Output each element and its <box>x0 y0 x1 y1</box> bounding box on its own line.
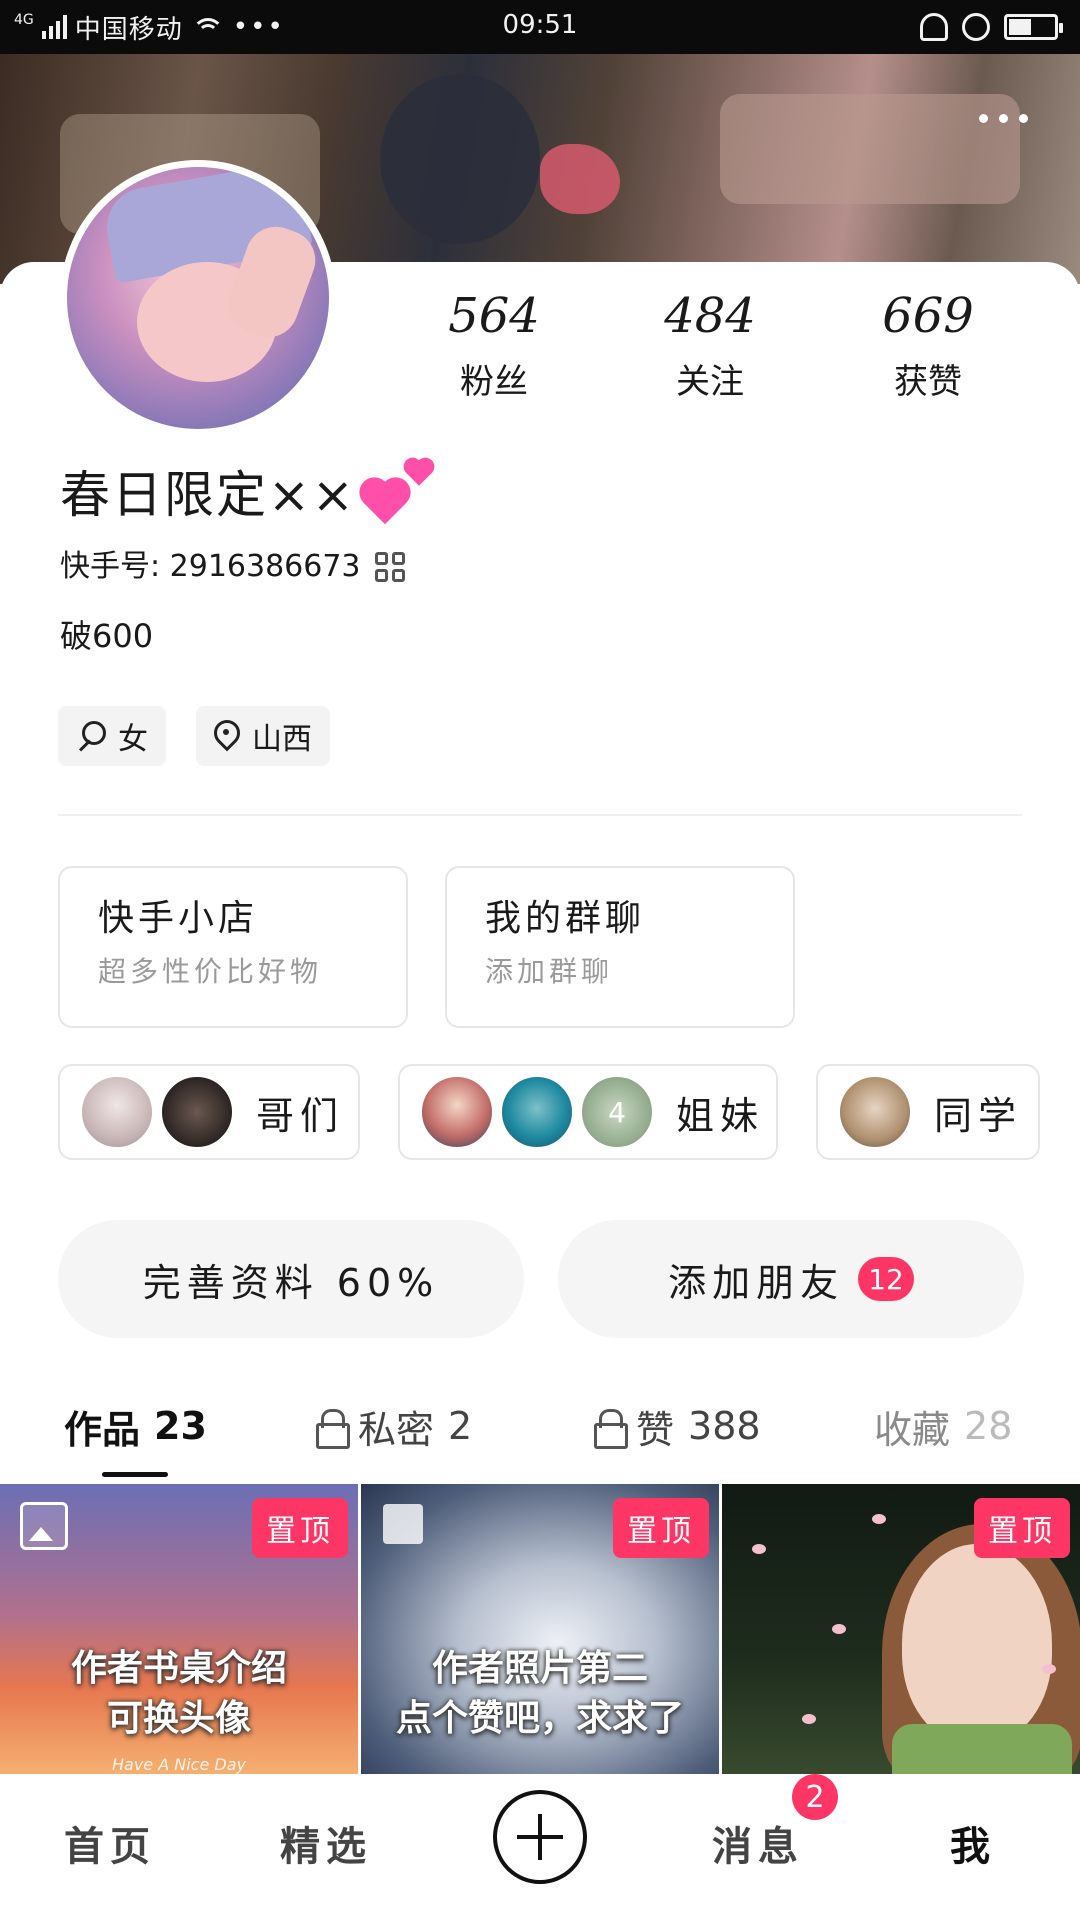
lock-icon <box>594 1409 628 1449</box>
tab-works[interactable]: 作品 23 <box>64 1388 207 1464</box>
alarm-icon <box>962 13 990 41</box>
lock-icon <box>316 1409 350 1449</box>
group-member-avatar <box>80 1075 154 1149</box>
messages-badge: 2 <box>792 1774 838 1820</box>
kwai-shop-card[interactable]: 快手小店 超多性价比好物 <box>58 866 408 1028</box>
add-friends-label: 添加朋友 <box>668 1260 845 1305</box>
avatar[interactable] <box>60 160 336 436</box>
group-bros-label: 哥们 <box>256 1093 345 1138</box>
group-chat-card[interactable]: 我的群聊 添加群聊 <box>445 866 795 1028</box>
posts-grid: 置顶 作者书桌介绍 可换头像 Have A Nice Day 置顶 作者照片第二… <box>0 1484 1080 1774</box>
two-hearts-icon <box>360 460 436 530</box>
post-caption-line: 作者照片第二 <box>431 1648 648 1689</box>
complete-profile-label: 完善资料 60% <box>142 1260 440 1305</box>
image-icon <box>383 1504 423 1544</box>
pinned-badge: 置顶 <box>974 1498 1070 1558</box>
post-tile[interactable]: 置顶 作者书桌介绍 可换头像 Have A Nice Day <box>0 1484 358 1774</box>
more-options-icon[interactable] <box>979 114 1028 123</box>
pinned-badge: 置顶 <box>613 1498 709 1558</box>
post-tile[interactable]: 置顶 作者照片第二 点个赞吧，求求了 <box>361 1484 719 1774</box>
divider <box>58 814 1022 816</box>
post-subcaption: Have A Nice Day <box>112 1755 246 1774</box>
followers-label: 粉丝 <box>460 362 528 402</box>
status-bar: 4G 中国移动 ••• 09:51 <box>0 0 1080 54</box>
tab-works-label: 作品 <box>64 1407 141 1452</box>
following-count: 484 <box>664 288 756 344</box>
nav-featured[interactable]: 精选 <box>280 1814 372 1872</box>
nickname-text: 春日限定×× <box>60 466 356 524</box>
create-post-button[interactable] <box>493 1790 587 1884</box>
nav-messages[interactable]: 消息 <box>712 1814 804 1872</box>
likes-label: 获赞 <box>894 362 962 402</box>
kwai-shop-subtitle: 超多性价比好物 <box>98 955 323 988</box>
status-right <box>920 10 1063 44</box>
post-caption: 作者书桌介绍 可换头像 <box>0 1644 358 1744</box>
tag-gender-label: 女 <box>118 722 148 757</box>
photo-album-icon <box>20 1502 68 1550</box>
following-label: 关注 <box>676 362 744 402</box>
location-pin-icon <box>214 720 240 752</box>
post-caption-line: 可换头像 <box>106 1698 251 1739</box>
group-bros[interactable]: 哥们 <box>58 1064 360 1160</box>
battery-icon <box>1004 14 1063 40</box>
group-sisters-label: 姐妹 <box>676 1093 765 1138</box>
kwai-id-text: 快手号: 2916386673 <box>60 549 361 584</box>
group-chat-title: 我的群聊 <box>485 898 646 939</box>
stat-followers[interactable]: 564 粉丝 <box>404 288 584 404</box>
tag-location-label: 山西 <box>252 722 312 757</box>
post-caption: 作者照片第二 点个赞吧，求求了 <box>361 1644 719 1744</box>
mute-bell-icon <box>920 13 948 41</box>
group-sisters[interactable]: 4 姐妹 <box>398 1064 778 1160</box>
tab-favorites-label: 收藏 <box>874 1407 951 1452</box>
tab-private-label: 私密 <box>358 1407 435 1452</box>
clock: 09:51 <box>502 10 578 40</box>
nav-me[interactable]: 我 <box>950 1814 996 1872</box>
kwai-shop-title: 快手小店 <box>98 898 259 939</box>
group-member-avatar <box>420 1075 494 1149</box>
nav-home[interactable]: 首页 <box>64 1814 156 1872</box>
bottom-navigation: 首页 精选 消息 2 我 <box>0 1774 1080 1920</box>
group-member-avatar <box>160 1075 234 1149</box>
tab-liked[interactable]: 赞 388 <box>594 1388 761 1464</box>
tab-private[interactable]: 私密 2 <box>316 1388 472 1464</box>
likes-count: 669 <box>882 288 974 344</box>
profile-tabs: 作品 23 私密 2 赞 388 收藏 28 <box>0 1388 1080 1478</box>
tab-liked-label: 赞 <box>636 1407 675 1452</box>
group-classmates-label: 同学 <box>934 1093 1023 1138</box>
group-chat-subtitle: 添加群聊 <box>485 955 614 988</box>
battery-level <box>1009 19 1031 35</box>
group-member-avatar <box>500 1075 574 1149</box>
gender-female-icon <box>76 721 106 751</box>
tab-favorites-count: 28 <box>964 1404 1013 1448</box>
qr-code-icon[interactable] <box>374 552 405 582</box>
followers-count: 564 <box>448 288 540 344</box>
group-member-avatar <box>838 1075 912 1149</box>
post-caption-line: 点个赞吧，求求了 <box>395 1698 684 1739</box>
stat-likes[interactable]: 669 获赞 <box>838 288 1018 404</box>
pinned-badge: 置顶 <box>252 1498 348 1558</box>
tab-liked-count: 388 <box>688 1404 761 1448</box>
complete-profile-button[interactable]: 完善资料 60% <box>58 1220 524 1338</box>
tag-location: 山西 <box>196 706 330 766</box>
kwai-id[interactable]: 快手号: 2916386673 <box>60 546 405 588</box>
group-more-avatars: 4 <box>580 1075 654 1149</box>
stat-following[interactable]: 484 关注 <box>620 288 800 404</box>
tab-private-count: 2 <box>448 1404 473 1448</box>
bio: 破600 <box>60 617 154 655</box>
nickname: 春日限定×× <box>60 460 436 530</box>
tag-gender: 女 <box>58 706 166 766</box>
active-tab-indicator <box>102 1472 168 1477</box>
tab-favorites[interactable]: 收藏 28 <box>874 1388 1012 1464</box>
post-tile[interactable]: 置顶 <box>722 1484 1080 1774</box>
add-friends-badge: 12 <box>858 1257 914 1301</box>
tab-works-count: 23 <box>154 1404 207 1448</box>
add-friends-button[interactable]: 添加朋友 12 <box>558 1220 1024 1338</box>
post-caption-line: 作者书桌介绍 <box>70 1648 287 1689</box>
group-classmates[interactable]: 同学 <box>816 1064 1040 1160</box>
